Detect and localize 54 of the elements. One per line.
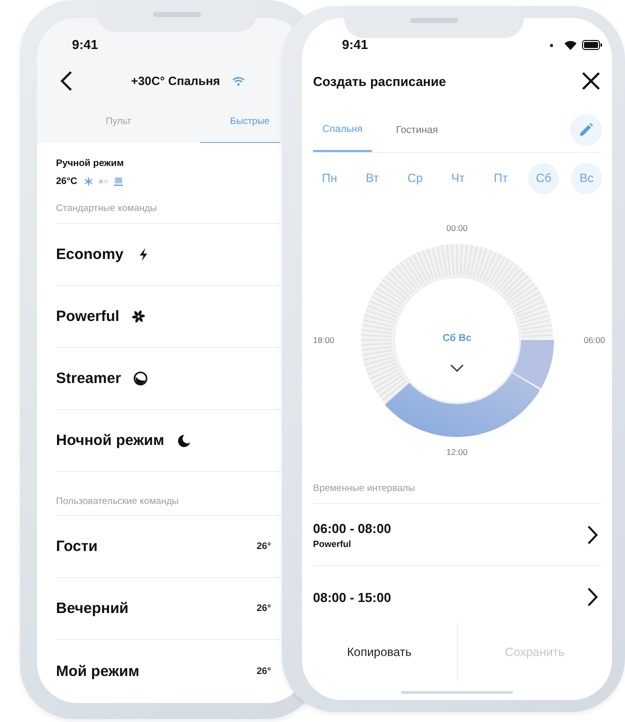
back-icon[interactable]	[59, 70, 73, 92]
command-name[interactable]: Powerful	[56, 308, 120, 325]
interval-time[interactable]: 06:00 - 08:00	[313, 520, 392, 536]
dial-label: 18:00	[313, 335, 334, 345]
louver-icon	[114, 176, 124, 186]
status-time: 9:41	[342, 36, 368, 54]
dial-label: 06:00	[584, 335, 605, 345]
temperature: 26°C	[56, 176, 78, 186]
tab[interactable]: Быстрые	[200, 100, 280, 143]
screen-title: Создать расписание	[313, 74, 446, 88]
command-name[interactable]: Вечерний	[56, 600, 129, 617]
pencil-icon	[579, 123, 593, 137]
wifi-icon	[232, 76, 245, 86]
moon-icon	[176, 433, 192, 448]
dial-label: 12:00	[446, 447, 468, 457]
dial-label: 00:00	[446, 223, 468, 233]
header-title: +30C° Спальня	[131, 74, 220, 88]
section-title: Пользовательские команды	[56, 495, 179, 509]
day-toggle[interactable]: Сб	[528, 162, 560, 194]
streamer-icon	[133, 371, 148, 386]
tab[interactable]: Гостиная	[396, 108, 438, 152]
command-temperature: 26°	[256, 541, 271, 552]
command-name[interactable]: Streamer	[56, 370, 122, 387]
fan-icon	[131, 309, 146, 324]
close-icon[interactable]	[580, 70, 602, 92]
chevron-right-icon[interactable]	[587, 587, 598, 607]
snowflake-icon	[84, 176, 94, 186]
tab[interactable]: Спальня	[313, 108, 372, 152]
section-title: Стандартные команды	[56, 203, 157, 214]
edit-button[interactable]	[570, 114, 602, 146]
action-button[interactable]: Копировать	[302, 623, 456, 681]
command-temperature: 26°	[256, 666, 271, 676]
interval-mode: Powerful	[313, 538, 352, 548]
status-time: 9:41	[72, 36, 98, 54]
command-name[interactable]: Economy	[56, 246, 124, 263]
manual-mode-title: Ручной режим	[56, 158, 125, 169]
selected-days: Сб Вс	[442, 333, 472, 344]
day-toggle[interactable]: Пт	[485, 162, 516, 194]
day-toggle[interactable]: Вт	[356, 162, 388, 194]
command-name[interactable]: Мой режим	[56, 662, 140, 680]
chevron-right-icon[interactable]	[587, 524, 598, 544]
day-toggle[interactable]: Пн	[314, 162, 345, 194]
interval-time[interactable]: 08:00 - 15:00	[313, 590, 392, 604]
fan-speed-icon	[99, 176, 108, 186]
day-toggle[interactable]: Чт	[442, 162, 474, 194]
battery-icon	[582, 40, 602, 50]
section-title: Временные интервалы	[313, 483, 415, 494]
wifi-icon	[564, 40, 577, 50]
command-temperature: 26°	[256, 603, 271, 614]
command-name[interactable]: Ночной режим	[56, 432, 164, 449]
chevron-down-icon[interactable]	[450, 364, 464, 372]
day-toggle[interactable]: Вс	[570, 162, 602, 194]
day-toggle[interactable]: Ср	[400, 162, 431, 194]
command-name[interactable]: Гости	[56, 538, 98, 555]
